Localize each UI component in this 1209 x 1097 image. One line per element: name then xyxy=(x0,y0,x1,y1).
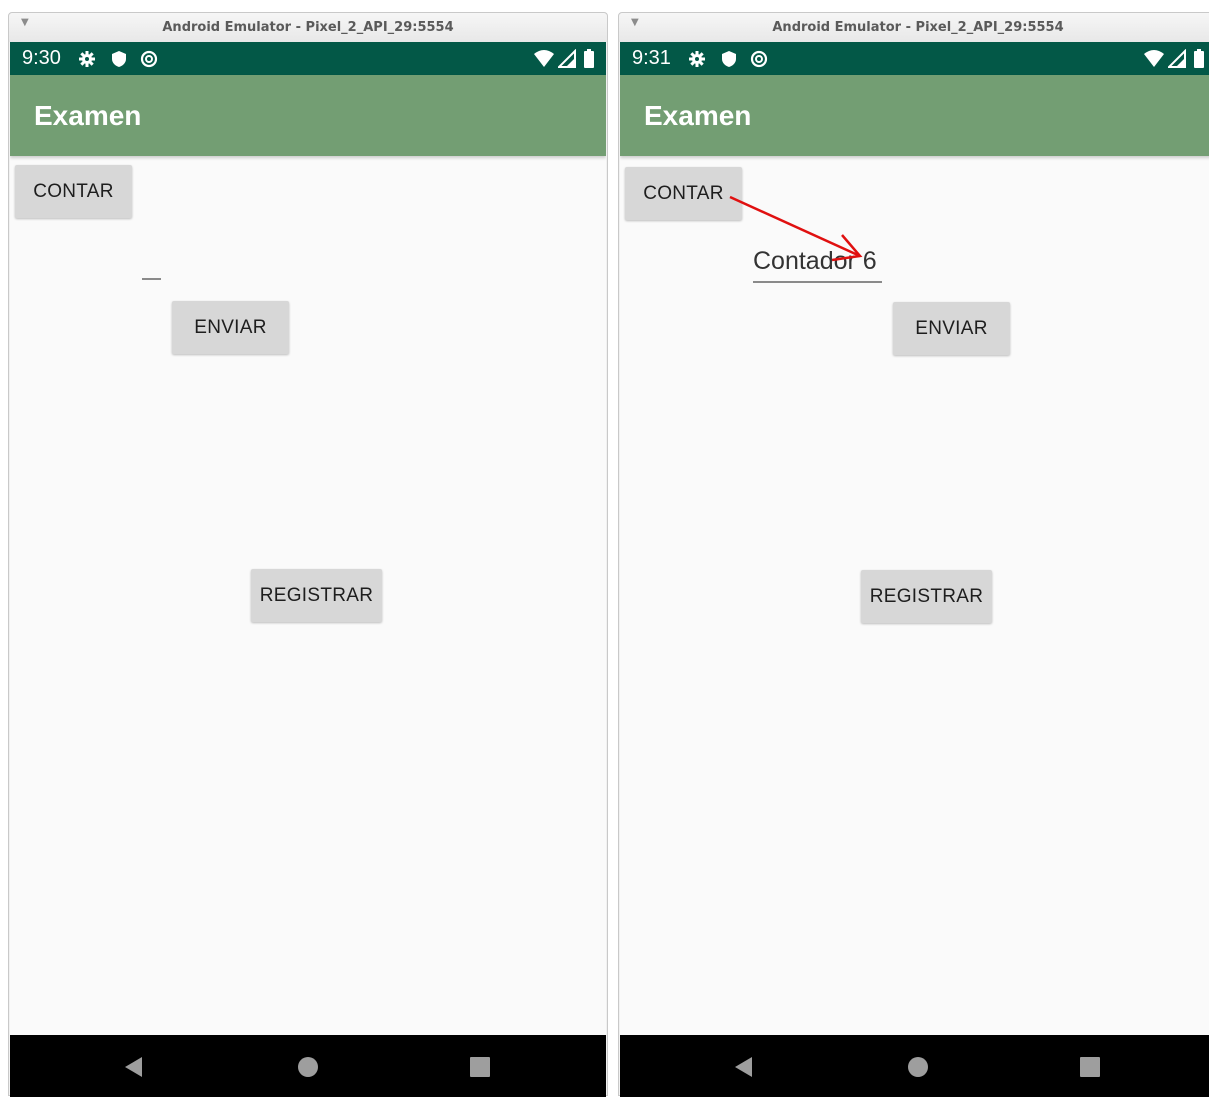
shield-icon xyxy=(112,51,126,67)
gear-icon xyxy=(79,51,95,67)
counter-field-text: Contador 6 xyxy=(753,247,877,275)
status-bar: 9:31 xyxy=(620,42,1209,75)
counter-field[interactable] xyxy=(142,278,161,280)
app-bar: Examen xyxy=(620,75,1209,156)
cell-signal-icon xyxy=(558,49,576,68)
app-title: Examen xyxy=(644,100,752,131)
window-title: Android Emulator - Pixel_2_API_29:5554 xyxy=(772,20,1064,35)
battery-icon xyxy=(584,49,594,68)
contar-button[interactable]: CONTAR xyxy=(15,165,132,218)
home-icon[interactable] xyxy=(297,1056,319,1078)
cell-signal-icon xyxy=(1168,49,1186,68)
enviar-button[interactable]: ENVIAR xyxy=(893,302,1010,355)
navigation-bar xyxy=(10,1035,606,1097)
app-bar: Examen xyxy=(10,75,606,156)
data-saver-icon xyxy=(750,50,768,68)
home-icon[interactable] xyxy=(907,1056,929,1078)
emulator-window-left: ▼ Android Emulator - Pixel_2_API_29:5554… xyxy=(8,12,608,1097)
window-titlebar[interactable]: ▼ Android Emulator - Pixel_2_API_29:5554 xyxy=(9,13,607,42)
data-saver-icon xyxy=(140,50,158,68)
phone-screen: 9:31 Examen CONTAR Contador 6 ENVIAR REG… xyxy=(620,42,1209,1097)
window-title: Android Emulator - Pixel_2_API_29:5554 xyxy=(162,20,454,35)
recents-icon[interactable] xyxy=(1079,1056,1101,1078)
status-bar: 9:30 xyxy=(10,42,606,75)
recents-icon[interactable] xyxy=(469,1056,491,1078)
emulator-window-right: ▼ Android Emulator - Pixel_2_API_29:5554… xyxy=(618,12,1209,1097)
back-icon[interactable] xyxy=(123,1056,145,1078)
counter-field[interactable]: Contador 6 xyxy=(753,246,882,283)
registrar-button[interactable]: REGISTRAR xyxy=(861,570,992,623)
status-time: 9:31 xyxy=(632,47,671,69)
gear-icon xyxy=(689,51,705,67)
back-icon[interactable] xyxy=(733,1056,755,1078)
shield-icon xyxy=(722,51,736,67)
phone-screen: 9:30 Examen CONTAR ENVIAR REGISTRAR xyxy=(10,42,606,1097)
app-title: Examen xyxy=(34,100,142,131)
enviar-button[interactable]: ENVIAR xyxy=(172,301,289,354)
battery-icon xyxy=(1194,49,1204,68)
navigation-bar xyxy=(620,1035,1209,1097)
wifi-icon xyxy=(534,50,554,67)
status-time: 9:30 xyxy=(22,47,61,69)
registrar-button[interactable]: REGISTRAR xyxy=(251,569,382,622)
contar-button[interactable]: CONTAR xyxy=(625,167,742,220)
window-titlebar[interactable]: ▼ Android Emulator - Pixel_2_API_29:5554 xyxy=(619,13,1209,42)
wifi-icon xyxy=(1144,50,1164,67)
